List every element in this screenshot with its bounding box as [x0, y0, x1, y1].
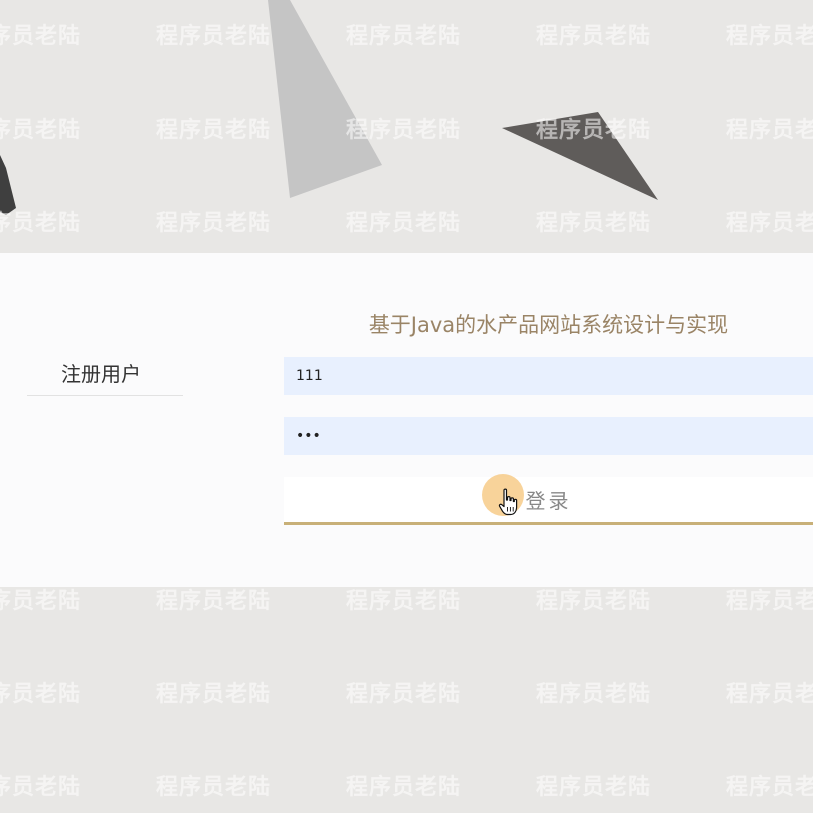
login-button[interactable]: 登录 — [284, 477, 813, 525]
register-user-link[interactable]: 注册用户 — [27, 356, 183, 396]
hand-pointer-icon — [498, 488, 518, 516]
password-input[interactable] — [284, 417, 813, 455]
login-panel: 注册用户 基于Java的水产品网站系统设计与实现 登录 — [0, 253, 813, 587]
device-edge-shape — [0, 155, 16, 215]
grey-triangle-shape — [268, 0, 382, 198]
dark-triangle-shape — [502, 112, 658, 200]
username-input[interactable] — [284, 357, 813, 395]
system-title: 基于Java的水产品网站系统设计与实现 — [368, 313, 729, 337]
